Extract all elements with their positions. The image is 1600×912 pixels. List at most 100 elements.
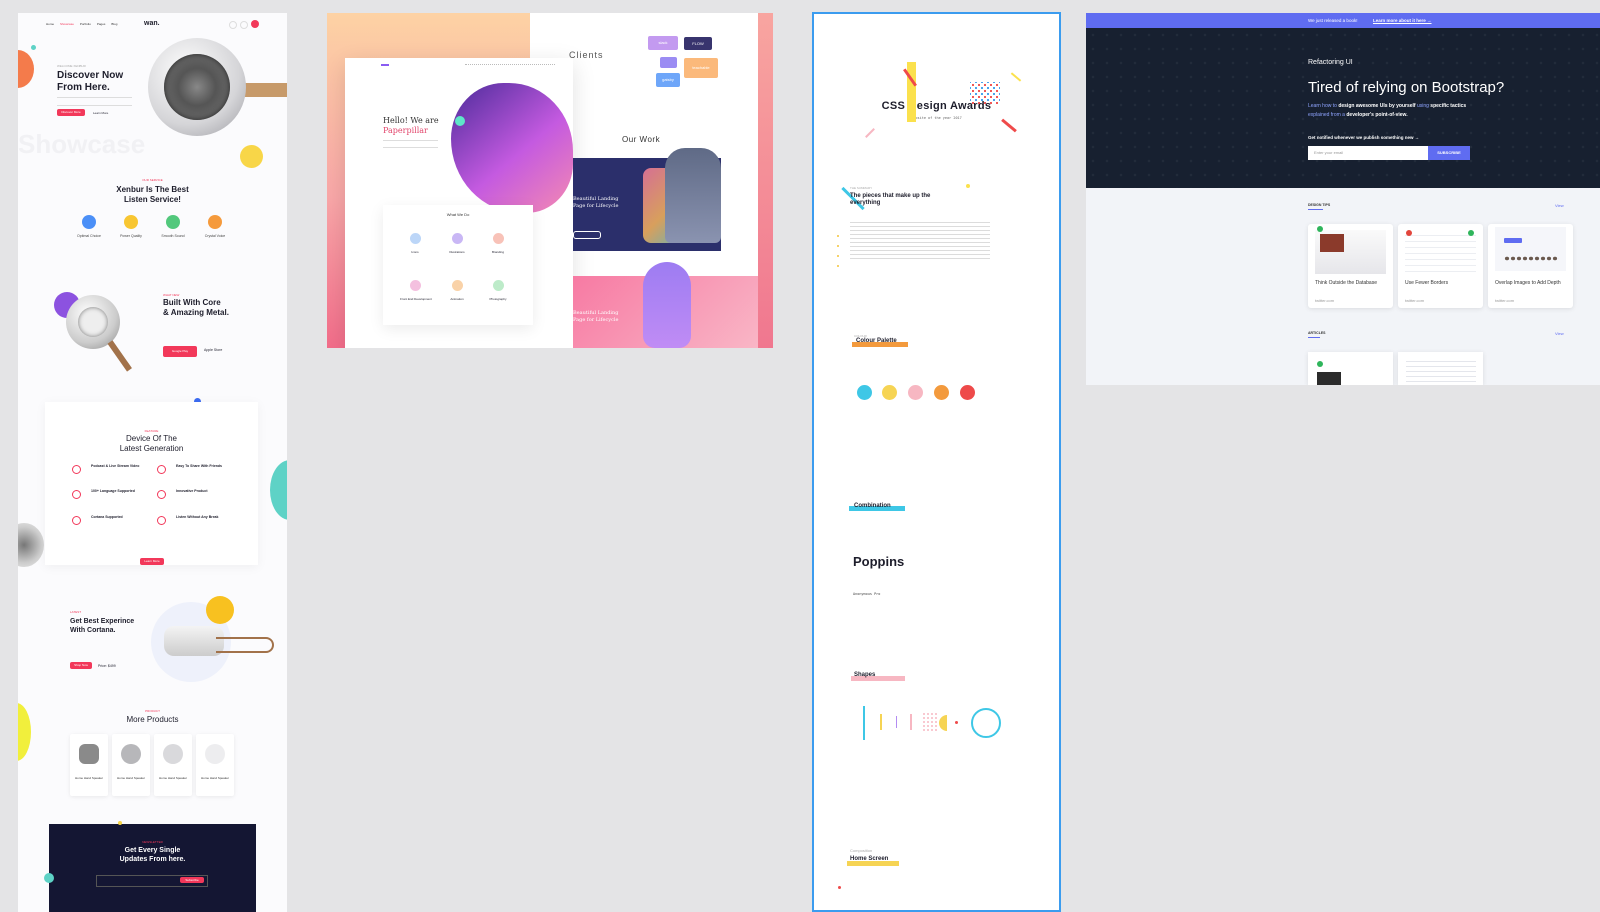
product-image [79, 744, 99, 764]
google-play-button[interactable]: Google Play [163, 346, 197, 357]
tip-card[interactable]: Use Fewer Borders twitter.com [1398, 224, 1483, 308]
email-input[interactable]: Enter your email [1308, 146, 1428, 160]
nav-item[interactable]: Home [46, 22, 54, 28]
work-card-button[interactable] [573, 231, 601, 239]
icons-icon [410, 233, 421, 244]
branding-icon [493, 233, 504, 244]
product-image [163, 744, 183, 764]
colour-swatch[interactable] [908, 385, 923, 400]
colour-swatch[interactable] [960, 385, 975, 400]
article-card[interactable] [1398, 352, 1483, 385]
tip-card-link[interactable]: twitter.com [1315, 298, 1334, 303]
font-secondary-name: Anonymous Pro [853, 592, 881, 596]
decor-dot [206, 596, 234, 624]
octopus-illustration [643, 262, 691, 348]
artboard-refactoring-ui[interactable]: We just released a book! Learn more abou… [1086, 13, 1600, 385]
tip-card-profile-button [1504, 238, 1522, 243]
shape-ring [971, 708, 1001, 738]
refactoring-ui-logo[interactable]: Refactoring UI [1308, 59, 1353, 66]
view-all-link[interactable]: View [1555, 203, 1564, 208]
product-image [205, 744, 225, 764]
product-card[interactable]: Home Hand Speaker [70, 734, 108, 796]
product-card[interactable]: Home Hand Speaker [112, 734, 150, 796]
tip-card-title: Use Fewer Borders [1405, 280, 1449, 286]
cart-icon[interactable] [240, 21, 248, 29]
feature-icon [157, 465, 166, 474]
combination-label: Combination [854, 503, 891, 509]
nav-item[interactable]: Pages [97, 22, 106, 28]
hero-illustration [451, 83, 573, 213]
nav-item[interactable]: Portfolio [80, 22, 91, 28]
tip-card-link[interactable]: twitter.com [1495, 298, 1514, 303]
device-learn-button[interactable]: Learn More [140, 558, 164, 565]
shape-line-pink [910, 714, 912, 730]
article-lines [1406, 357, 1476, 383]
paperpillar-home-preview[interactable]: Hello! We are Paperpillar What We Do Ico… [345, 58, 573, 348]
composition-eyebrow: Composition [850, 848, 873, 853]
hero-subtitle: Learn how to design awesome UIs by yours… [1308, 103, 1467, 118]
award-title: CSS Design Awards [881, 100, 992, 112]
deco-bar-pink [865, 128, 875, 138]
voice-icon [208, 215, 222, 229]
shape-line-blue [863, 706, 865, 740]
tip-card[interactable]: Overlap Images to Add Depth twitter.com [1488, 224, 1573, 308]
articles-underline [1308, 337, 1320, 338]
device-feature: Podcast & Live Stream Video [91, 464, 140, 468]
colour-swatch[interactable] [882, 385, 897, 400]
colour-palette-label: Colour Palette [856, 338, 897, 344]
apple-store-button[interactable]: Apple Store [204, 348, 222, 352]
decor-dot [44, 873, 54, 883]
decor-circle [18, 50, 34, 88]
design-tips-underline [1308, 209, 1323, 210]
device-feature: Easy To Share With Friends [176, 464, 222, 468]
bg-gradient-right [758, 13, 773, 348]
search-icon[interactable] [229, 21, 237, 29]
artboard-paperpillar[interactable]: Clients slack FLOW teachable gatsby Our … [327, 13, 773, 348]
subscribe-button[interactable]: SUBSCRIBE [1428, 146, 1470, 160]
menu-icon[interactable] [251, 20, 259, 28]
tip-card[interactable]: Think Outside the Database twitter.com [1308, 224, 1393, 308]
work-card-lifecycle-2[interactable]: Beautiful Landing Page for Lifecycle [573, 262, 758, 348]
products-title: More Products [126, 715, 179, 724]
view-all-link-articles[interactable]: View [1555, 331, 1564, 336]
hero-heading: Hello! We are Paperpillar [383, 116, 439, 135]
discover-button[interactable]: Discover More [57, 109, 85, 116]
product-card[interactable]: Home Hand Speaker [196, 734, 234, 796]
service-title: Xenbur Is The Best Listen Service! [116, 185, 189, 204]
nav-item[interactable]: Showcase [60, 22, 74, 28]
timeline-dot [837, 235, 839, 237]
animation-icon [452, 280, 463, 291]
colour-swatch[interactable] [857, 385, 872, 400]
banner-link[interactable]: Learn more about it here → [1373, 13, 1432, 28]
product-card[interactable]: Home Hand Speaker [154, 734, 192, 796]
tip-card-image [1495, 227, 1566, 271]
frontend-icon [410, 280, 421, 291]
device-card: FEATURE Device Of The Latest Generation … [45, 402, 258, 565]
nav-item[interactable]: Blog [111, 22, 117, 28]
deco-bar-yellow-2 [1010, 72, 1022, 82]
robot-illustration [665, 148, 721, 243]
artboard-css-design-awards[interactable]: CSS Design Awards Website of the year 20… [812, 12, 1061, 912]
device-feature: Listen Without Any Break [176, 515, 219, 519]
illustrations-icon [452, 233, 463, 244]
feature-icon [72, 490, 81, 499]
article-card[interactable] [1308, 352, 1393, 385]
device-feature: Innovative Product [176, 489, 208, 493]
hero-section: Refactoring UI Tired of relying on Boots… [1086, 28, 1600, 188]
tip-card-link[interactable]: twitter.com [1405, 298, 1424, 303]
colour-swatch[interactable] [934, 385, 949, 400]
hero-speaker-image [148, 38, 287, 136]
decor-dot [966, 184, 970, 188]
newsletter-subscribe-button[interactable]: Subscribe [180, 877, 204, 883]
feature-label: Crystal Voice [204, 234, 226, 238]
feature-label: Power Quality [120, 234, 142, 238]
shop-now-button[interactable]: Shop Now [70, 662, 92, 669]
paperpillar-logo [381, 64, 389, 70]
artboard-wan-landing[interactable]: Home Showcase Portfolio Pages Blog wan. … [18, 13, 287, 912]
feature-icon [72, 516, 81, 525]
learn-more-link[interactable]: Learn More [93, 111, 108, 115]
service-label: Animation [450, 297, 464, 301]
logo[interactable]: wan. [144, 20, 160, 27]
summary-title: The pieces that make up the everything [850, 193, 931, 206]
clients-title: Clients [569, 50, 604, 60]
